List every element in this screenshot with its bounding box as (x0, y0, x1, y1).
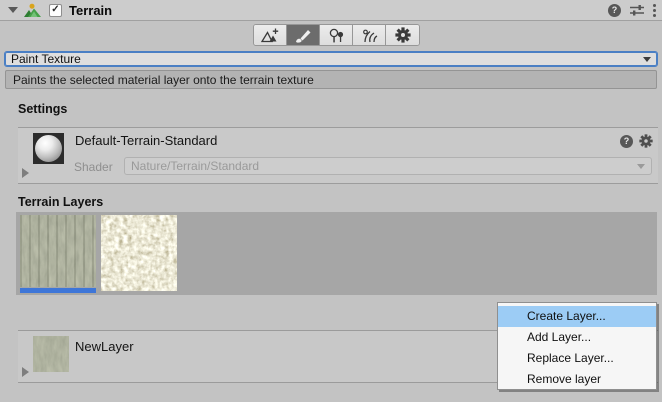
grass-details-icon (361, 28, 378, 43)
presets-icon[interactable] (630, 4, 644, 17)
paint-trees-button[interactable] (320, 25, 353, 45)
menu-item-replace-layer[interactable]: Replace Layer... (498, 348, 656, 369)
terrain-material-box: Default-Terrain-Standard Shader Nature/T… (18, 127, 658, 184)
selected-layer-indicator (20, 288, 96, 293)
menu-item-remove-layer[interactable]: Remove layer (498, 369, 656, 390)
paint-details-button[interactable] (353, 25, 386, 45)
terrain-settings-button[interactable] (386, 25, 419, 45)
shader-dropdown[interactable]: Nature/Terrain/Standard (124, 157, 652, 175)
material-foldout-icon[interactable] (22, 168, 29, 178)
create-neighbor-terrains-button[interactable] (254, 25, 287, 45)
terrain-component-icon (24, 3, 41, 18)
tool-description-text: Paints the selected material layer onto … (13, 73, 314, 87)
chevron-down-icon (643, 57, 651, 62)
foldout-expanded-icon[interactable] (8, 7, 18, 13)
component-title: Terrain (69, 3, 112, 18)
terrain-tool-toolbar (253, 24, 420, 46)
menu-item-add-layer[interactable]: Add Layer... (498, 327, 656, 348)
trees-icon (328, 28, 345, 43)
layer-context-menu: Create Layer... Add Layer... Replace Lay… (497, 302, 657, 390)
paint-terrain-button[interactable] (287, 25, 320, 45)
shader-label: Shader (74, 160, 113, 174)
chevron-down-icon (637, 164, 645, 169)
terrain-layers-section-label: Terrain Layers (18, 195, 103, 209)
settings-section-label: Settings (18, 102, 67, 116)
material-preview[interactable] (33, 133, 64, 164)
tool-select-value: Paint Texture (11, 52, 81, 66)
tool-select-dropdown[interactable]: Paint Texture (4, 51, 658, 67)
layer-thumbnail-gravel[interactable] (101, 215, 177, 291)
material-preview-sphere (35, 135, 62, 162)
grass-texture-streaks (20, 215, 96, 287)
more-menu-icon[interactable] (653, 4, 656, 17)
newlayer-thumbnail[interactable] (33, 336, 69, 372)
menu-item-create-layer[interactable]: Create Layer... (498, 306, 656, 327)
brush-icon (295, 28, 312, 43)
terrain-layers-grid (16, 212, 657, 295)
gear-icon[interactable] (639, 134, 653, 148)
tool-description-box: Paints the selected material layer onto … (5, 70, 657, 89)
component-header: ✓ Terrain ? (0, 0, 662, 21)
newlayer-name: NewLayer (75, 339, 134, 354)
material-name: Default-Terrain-Standard (75, 133, 217, 148)
newlayer-foldout-icon[interactable] (22, 367, 29, 377)
gear-icon (395, 27, 411, 43)
enabled-checkbox[interactable]: ✓ (49, 4, 62, 17)
shader-value: Nature/Terrain/Standard (131, 159, 259, 173)
terrain-inspector-panel: ✓ Terrain ? (0, 0, 662, 402)
layer-thumbnail-grass[interactable] (20, 215, 96, 287)
help-icon[interactable]: ? (608, 4, 621, 17)
help-icon[interactable]: ? (620, 135, 633, 148)
mountain-plus-icon (261, 28, 280, 43)
